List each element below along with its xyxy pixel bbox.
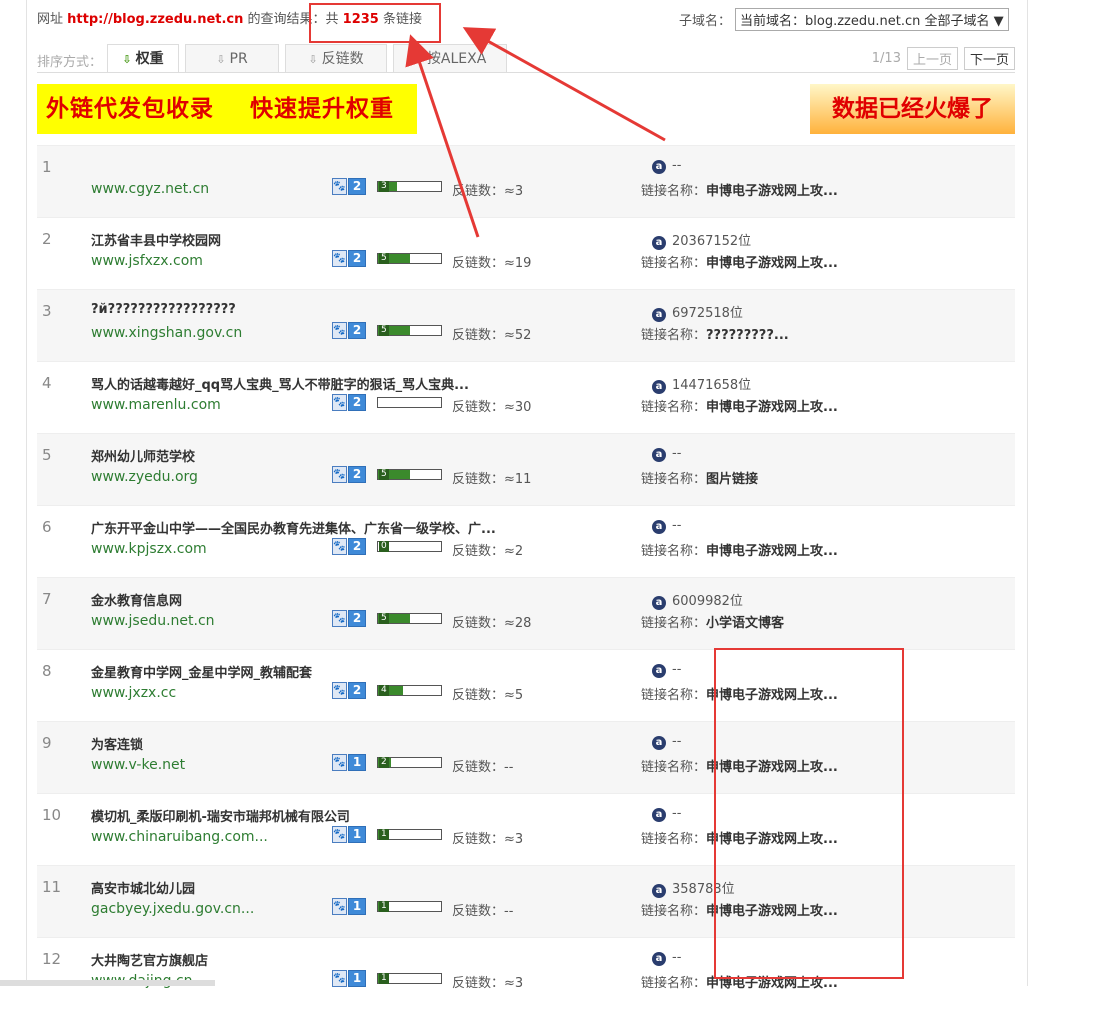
annotation-arrow-1: [462, 27, 666, 142]
annotation-arrow-2: [405, 34, 480, 238]
annotation-arrows: [405, 27, 666, 238]
horizontal-scrollbar[interactable]: [0, 980, 215, 986]
